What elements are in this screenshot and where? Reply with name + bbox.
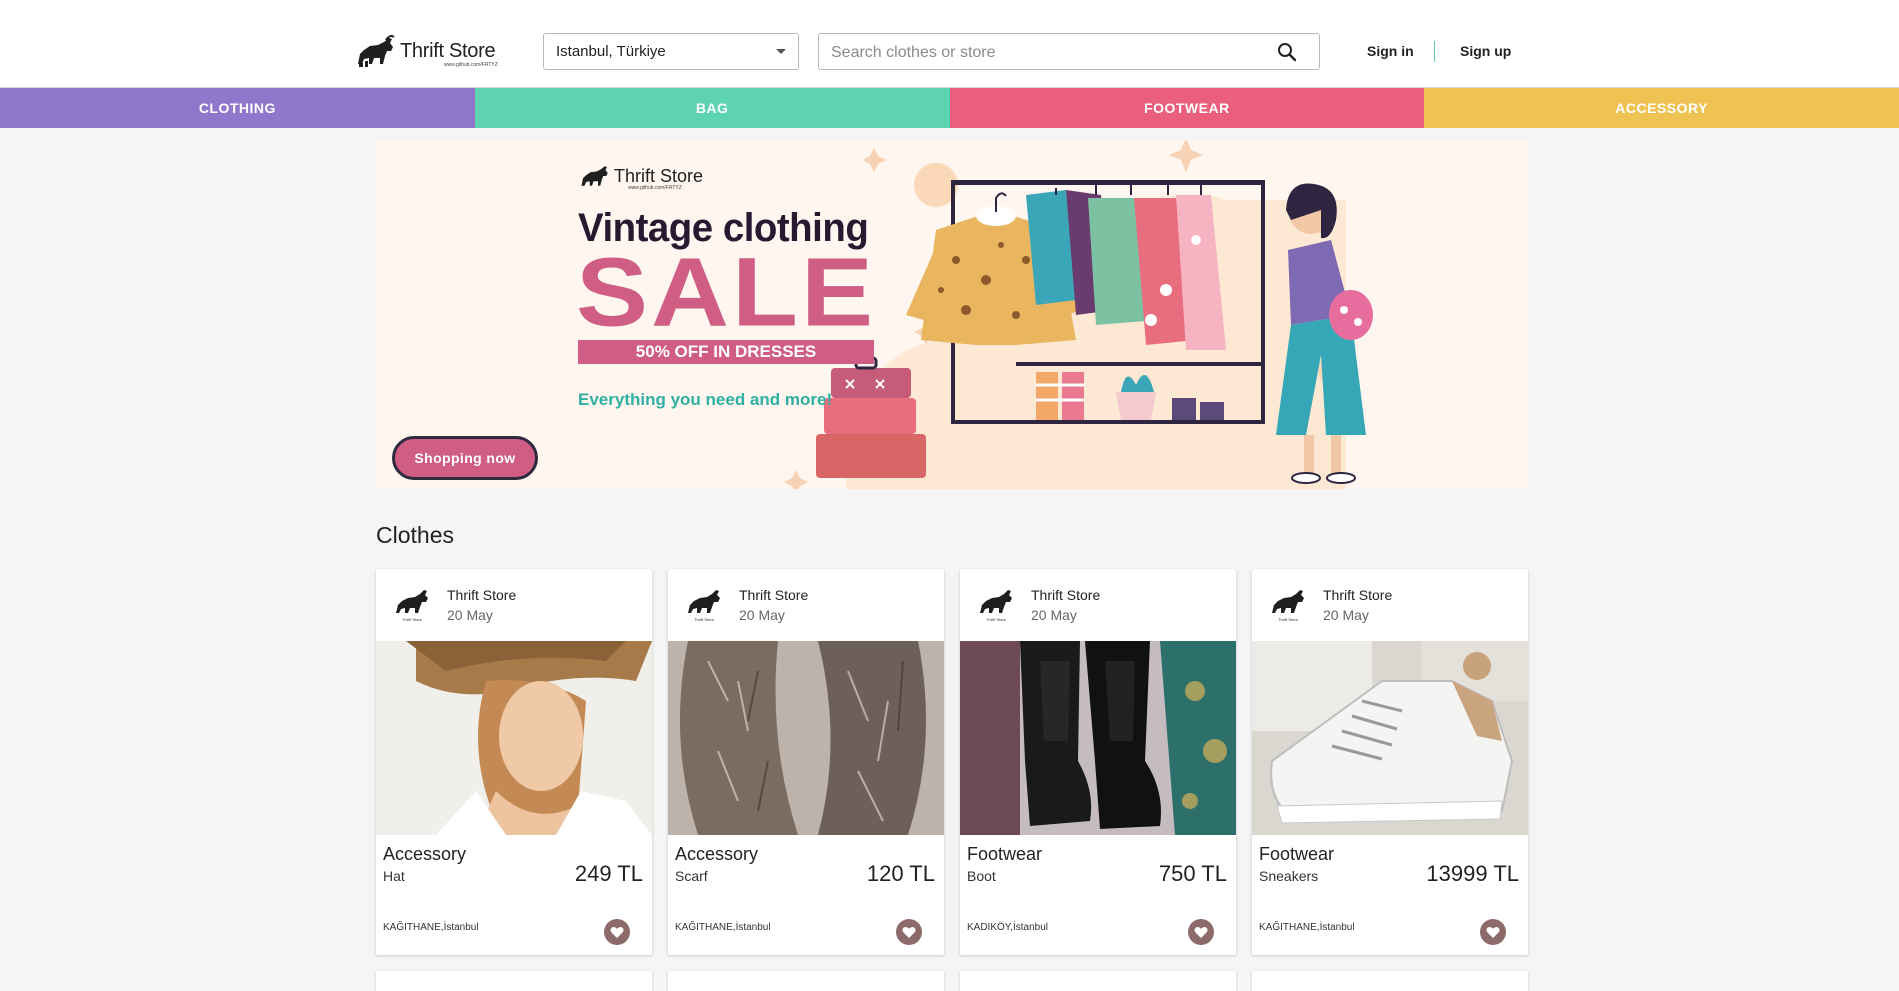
banner-logo-text: Thrift Store [614, 165, 704, 186]
product-card-partial[interactable] [376, 971, 652, 991]
banner-sale: SALE [576, 237, 877, 346]
store-avatar-icon: Thrift Store [1272, 590, 1304, 622]
product-price: 13999 TL [1426, 861, 1519, 886]
search-input[interactable] [829, 34, 1273, 71]
product-name: Boot [967, 868, 996, 884]
store-avatar-icon: Thrift Store [688, 590, 720, 622]
heart-icon [1194, 926, 1208, 938]
card-header: Thrift Store Thrift Store 20 May [1252, 569, 1528, 641]
product-card[interactable]: Thrift Store Thrift Store 20 May Footwea… [1252, 569, 1528, 955]
product-location: KAĞITHANE,İstanbul [675, 922, 771, 933]
product-card-partial[interactable] [1252, 971, 1528, 991]
favorite-button[interactable] [1188, 919, 1214, 945]
section-title: Clothes [376, 522, 454, 548]
category-bar: CLOTHING BAG FOOTWEAR ACCESSORY [0, 88, 1899, 128]
sign-in-link[interactable]: Sign in [1367, 43, 1414, 59]
search-box [818, 33, 1320, 71]
category-footwear[interactable]: FOOTWEAR [949, 88, 1425, 128]
banner-logo-subtext: www.github.com/FRTYZ [628, 185, 682, 191]
product-name: Sneakers [1259, 868, 1319, 884]
product-category: Accessory [675, 844, 759, 864]
card-header: Thrift Store Thrift Store 20 May [668, 569, 944, 641]
heart-icon [610, 926, 624, 938]
shopping-now-button[interactable]: Shopping now [392, 436, 538, 480]
favorite-button[interactable] [896, 919, 922, 945]
card-header: Thrift Store Thrift Store 20 May [376, 569, 652, 641]
product-name: Scarf [675, 868, 708, 884]
product-category: Accessory [383, 844, 467, 864]
card-header: Thrift Store Thrift Store 20 May [960, 569, 1236, 641]
post-date: 20 May [1323, 607, 1369, 623]
store-name[interactable]: Thrift Store [447, 587, 516, 603]
bull-logo-icon [358, 35, 395, 67]
svg-text:Thrift Store: Thrift Store [1278, 617, 1299, 622]
store-name[interactable]: Thrift Store [1323, 587, 1392, 603]
location-value: Istanbul, Türkiye [556, 43, 666, 60]
bull-logo-icon [581, 166, 608, 186]
favorite-button[interactable] [1480, 919, 1506, 945]
chevron-down-icon [776, 49, 786, 54]
sneakers-photo[interactable] [1252, 641, 1528, 835]
product-card-partial[interactable] [668, 971, 944, 991]
post-date: 20 May [447, 607, 493, 623]
promo-banner[interactable]: Thrift Store www.github.com/FRTYZ Vintag… [376, 140, 1528, 489]
product-price: 120 TL [866, 861, 935, 886]
banner-logo: Thrift Store www.github.com/FRTYZ [580, 163, 704, 191]
logo-text: Thrift Store [400, 39, 496, 62]
product-name: Hat [383, 868, 405, 884]
auth-divider [1434, 41, 1435, 62]
site-logo[interactable]: Thrift Store www.github.com/FRTYZ [356, 34, 498, 68]
post-date: 20 May [739, 607, 785, 623]
product-location: KAĞITHANE,İstanbul [383, 922, 479, 933]
product-card[interactable]: Thrift Store Thrift Store 20 May Accesso… [376, 569, 652, 955]
heart-icon [902, 926, 916, 938]
product-category: Footwear [967, 844, 1043, 864]
product-location: KADIKÖY,İstanbul [967, 922, 1048, 933]
product-card[interactable]: Thrift Store Thrift Store 20 May Accesso… [668, 569, 944, 955]
search-icon[interactable] [1277, 42, 1297, 62]
banner-offer: 50% OFF IN DRESSES [578, 340, 874, 364]
product-price: 249 TL [574, 861, 643, 886]
category-clothing[interactable]: CLOTHING [0, 88, 475, 128]
svg-text:Thrift Store: Thrift Store [694, 617, 715, 622]
sign-up-link[interactable]: Sign up [1460, 43, 1511, 59]
post-date: 20 May [1031, 607, 1077, 623]
store-name[interactable]: Thrift Store [1031, 587, 1100, 603]
boots-photo[interactable] [960, 641, 1236, 835]
fur-scarf-photo[interactable] [668, 641, 944, 835]
svg-text:Thrift Store: Thrift Store [986, 617, 1007, 622]
product-category: Footwear [1259, 844, 1335, 864]
category-accessory[interactable]: ACCESSORY [1424, 88, 1899, 128]
location-select[interactable]: Istanbul, Türkiye [543, 33, 799, 70]
store-avatar-icon: Thrift Store [396, 590, 428, 622]
svg-text:Thrift Store: Thrift Store [402, 617, 423, 622]
category-bag[interactable]: BAG [474, 88, 950, 128]
favorite-button[interactable] [604, 919, 630, 945]
banner-tagline: Everything you need and more! [578, 390, 833, 409]
heart-icon [1486, 926, 1500, 938]
product-price: 750 TL [1158, 861, 1227, 886]
product-location: KAĞITHANE,İstanbul [1259, 922, 1355, 933]
logo-subtext: www.github.com/FRTYZ [444, 62, 498, 68]
banner-illustration [784, 140, 1373, 489]
top-header: Thrift Store www.github.com/FRTYZ Istanb… [0, 0, 1899, 88]
hat-photo[interactable] [376, 641, 652, 835]
store-name[interactable]: Thrift Store [739, 587, 808, 603]
store-avatar-icon: Thrift Store [980, 590, 1012, 622]
product-card[interactable]: Thrift Store Thrift Store 20 May Footwea… [960, 569, 1236, 955]
product-card-partial[interactable] [960, 971, 1236, 991]
